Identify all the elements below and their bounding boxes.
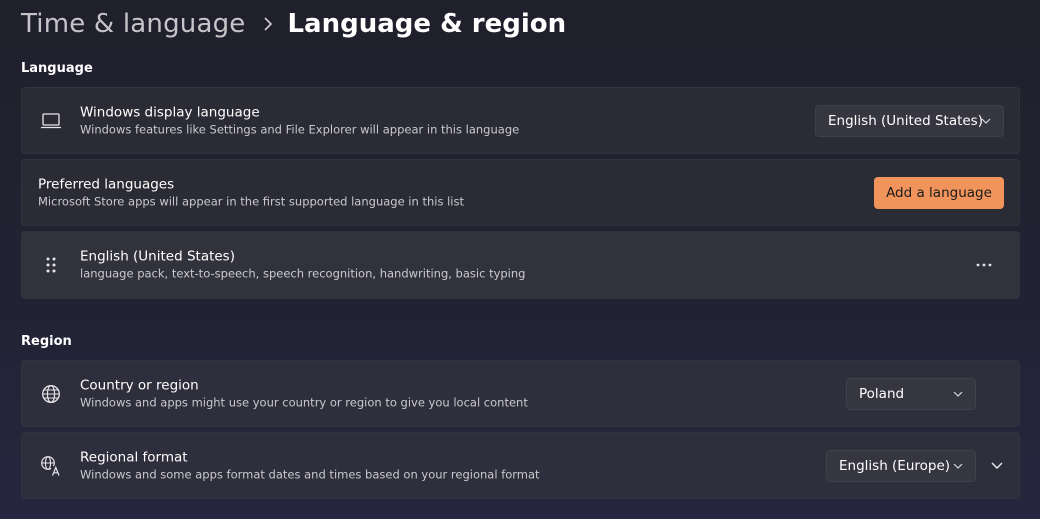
installed-language-description: language pack, text-to-speech, speech re… [80, 266, 526, 281]
regional-format-card[interactable]: Regional format Windows and some apps fo… [21, 432, 1020, 499]
chevron-down-icon [981, 118, 991, 124]
section-title-region: Region [21, 334, 72, 349]
section-title-language: Language [21, 61, 93, 76]
regional-format-icon [40, 455, 62, 477]
add-language-button[interactable]: Add a language [874, 176, 1004, 209]
regional-format-description: Windows and some apps format dates and t… [80, 467, 540, 481]
country-region-card: Country or region Windows and apps might… [21, 360, 1020, 427]
breadcrumb-chevron-icon [263, 17, 273, 31]
page-title: Language & region [287, 9, 567, 39]
regional-format-title: Regional format [80, 449, 188, 465]
globe-icon [40, 383, 62, 405]
expand-regional-format-button[interactable] [983, 452, 1011, 480]
preferred-languages-title: Preferred languages [38, 176, 175, 192]
country-region-dropdown[interactable]: Poland [846, 377, 976, 410]
display-language-card: Windows display language Windows feature… [21, 87, 1020, 154]
chevron-down-icon [953, 463, 963, 469]
display-language-description: Windows features like Settings and File … [80, 122, 520, 136]
display-language-dropdown[interactable]: English (United States) [815, 104, 1004, 137]
display-language-title: Windows display language [80, 104, 260, 120]
preferred-languages-description: Microsoft Store apps will appear in the … [38, 194, 464, 208]
more-options-button[interactable] [968, 249, 1000, 281]
country-region-title: Country or region [80, 377, 199, 393]
regional-format-selected: English (Europe) [839, 457, 951, 474]
installed-language-item[interactable]: English (United States) language pack, t… [21, 231, 1020, 299]
expand-chevron-icon [991, 462, 1003, 469]
more-icon [976, 263, 992, 267]
laptop-icon [40, 110, 62, 132]
preferred-languages-card: Preferred languages Microsoft Store apps… [21, 159, 1020, 226]
display-language-selected: English (United States) [828, 112, 983, 129]
chevron-down-icon [953, 391, 963, 397]
regional-format-dropdown[interactable]: English (Europe) [826, 449, 976, 482]
country-region-description: Windows and apps might use your country … [80, 395, 528, 409]
installed-language-title: English (United States) [80, 248, 235, 265]
breadcrumb-parent-link[interactable]: Time & language [21, 9, 245, 39]
drag-handle-icon[interactable] [40, 254, 62, 276]
country-region-selected: Poland [859, 385, 905, 402]
breadcrumb: Time & language Language & region [21, 6, 566, 42]
